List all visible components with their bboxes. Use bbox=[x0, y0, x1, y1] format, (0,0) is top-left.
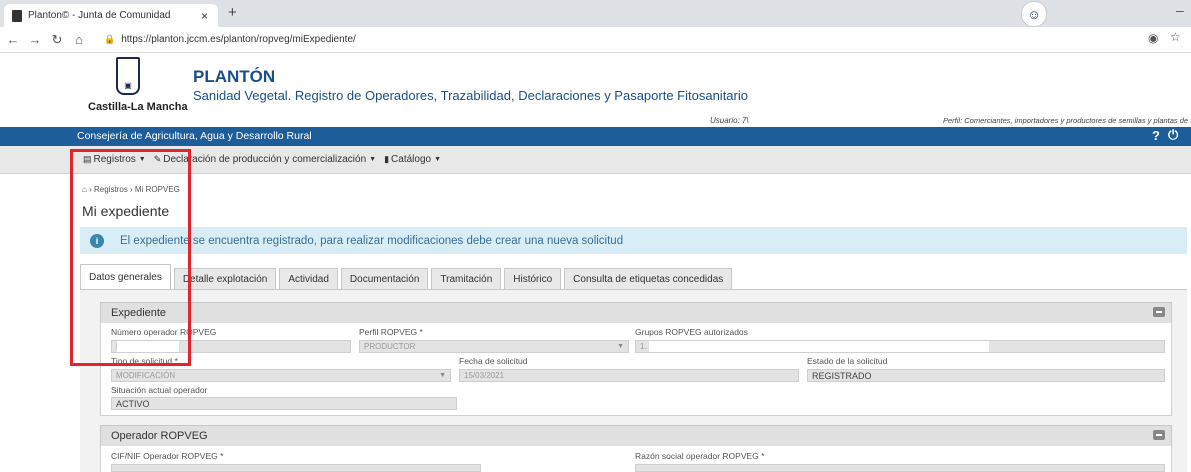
highlight-box bbox=[70, 149, 191, 366]
extension-icon[interactable]: ☺ bbox=[1021, 1, 1047, 27]
lock-icon: 🔒 bbox=[104, 34, 116, 44]
situacion-operador-label: Situación actual operador bbox=[111, 385, 208, 395]
minimize-icon[interactable]: – bbox=[1176, 2, 1184, 18]
fecha-solicitud-field: 15/03/2021 bbox=[459, 369, 799, 382]
url-field[interactable]: 🔒 https://planton.jccm.es/planton/ropveg… bbox=[104, 34, 356, 45]
logo-caption: Castilla-La Mancha bbox=[88, 101, 188, 113]
tab-actividad[interactable]: Actividad bbox=[279, 268, 338, 290]
home-icon[interactable]: ⌂ bbox=[70, 32, 88, 47]
caret-down-icon: ▼ bbox=[617, 343, 624, 350]
app-title: PLANTÓN bbox=[193, 67, 276, 86]
user-label: Usuario: 7\ bbox=[710, 116, 749, 125]
help-icon[interactable]: ? bbox=[1152, 128, 1160, 143]
info-message: El expediente se encuentra registrado, p… bbox=[120, 234, 624, 247]
estado-solicitud-field: REGISTRADO bbox=[807, 369, 1165, 382]
fecha-solicitud-label: Fecha de solicitud bbox=[459, 356, 528, 366]
perfil-ropveg-label: Perfil ROPVEG * bbox=[359, 327, 423, 337]
tab-consulta-etiquetas[interactable]: Consulta de etiquetas concedidas bbox=[564, 268, 733, 290]
caret-down-icon: ▼ bbox=[439, 372, 446, 379]
perfil-label: Perfil: Comerciantes, importadores y pro… bbox=[943, 116, 1191, 125]
tipo-solicitud-select: MODIFICACIÓN ▼ bbox=[111, 369, 451, 382]
book-icon: ▮ bbox=[384, 154, 390, 164]
castilla-la-mancha-logo[interactable]: ▣ Castilla-La Mancha bbox=[88, 57, 188, 113]
caret-down-icon: ▼ bbox=[369, 156, 377, 163]
address-bar-row: ← → ↻ ⌂ 🔒 https://planton.jccm.es/planto… bbox=[0, 27, 1191, 53]
perfil-ropveg-select: PRODUCTOR ▼ bbox=[359, 340, 629, 353]
estado-solicitud-label: Estado de la solicitud bbox=[807, 356, 888, 366]
eye-icon[interactable]: ◉ bbox=[1148, 31, 1158, 45]
tab-tramitacion[interactable]: Tramitación bbox=[431, 268, 502, 290]
grupos-ropveg-label: Grupos ROPVEG autorizados bbox=[635, 327, 748, 337]
caret-down-icon: ▼ bbox=[434, 156, 441, 163]
collapse-icon[interactable] bbox=[1153, 430, 1165, 440]
operador-body: CIF/NIF Operador ROPVEG * Razón social o… bbox=[100, 446, 1172, 472]
favicon-icon bbox=[12, 9, 22, 22]
logout-icon[interactable]: ⏻ bbox=[1168, 127, 1178, 143]
tab-close-icon[interactable]: × bbox=[201, 9, 208, 23]
razon-social-label: Razón social operador ROPVEG * bbox=[635, 451, 765, 461]
app-subtitle: Sanidad Vegetal. Registro de Operadores,… bbox=[193, 88, 748, 103]
redaction-mask bbox=[649, 341, 989, 352]
razon-social-field bbox=[635, 464, 1165, 472]
coat-of-arms-icon: ▣ bbox=[116, 57, 140, 95]
expediente-body: Número operador ROPVEG E Perfil ROPVEG *… bbox=[100, 323, 1172, 416]
cif-nif-field bbox=[111, 464, 481, 472]
url-text: https://planton.jccm.es/planton/ropveg/m… bbox=[121, 34, 356, 45]
collapse-icon[interactable] bbox=[1153, 307, 1165, 317]
forward-icon[interactable]: → bbox=[26, 32, 44, 47]
menu-catalogo[interactable]: ▮ Catálogo ▼ bbox=[384, 154, 441, 165]
reload-icon[interactable]: ↻ bbox=[48, 32, 66, 48]
department-bar: Consejería de Agricultura, Agua y Desarr… bbox=[0, 127, 1191, 146]
tab-documentacion[interactable]: Documentación bbox=[340, 268, 429, 290]
situacion-operador-field: ACTIVO bbox=[111, 397, 457, 410]
operador-title: Operador ROPVEG bbox=[111, 430, 208, 442]
info-alert: i El expediente se encuentra registrado,… bbox=[80, 227, 1187, 254]
back-icon[interactable]: ← bbox=[4, 32, 22, 47]
cif-nif-label: CIF/NIF Operador ROPVEG * bbox=[111, 451, 224, 461]
bookmark-star-icon[interactable]: ☆ bbox=[1170, 30, 1181, 44]
browser-tab[interactable]: Planton© - Junta de Comunidad × bbox=[4, 4, 218, 27]
department-name: Consejería de Agricultura, Agua y Desarr… bbox=[77, 130, 312, 142]
expediente-header[interactable]: Expediente bbox=[100, 302, 1172, 324]
tab-historico[interactable]: Histórico bbox=[504, 268, 562, 290]
operador-header[interactable]: Operador ROPVEG bbox=[100, 425, 1172, 447]
new-tab-button[interactable]: + bbox=[228, 4, 237, 21]
browser-tab-title: Planton© - Junta de Comunidad bbox=[28, 10, 171, 21]
